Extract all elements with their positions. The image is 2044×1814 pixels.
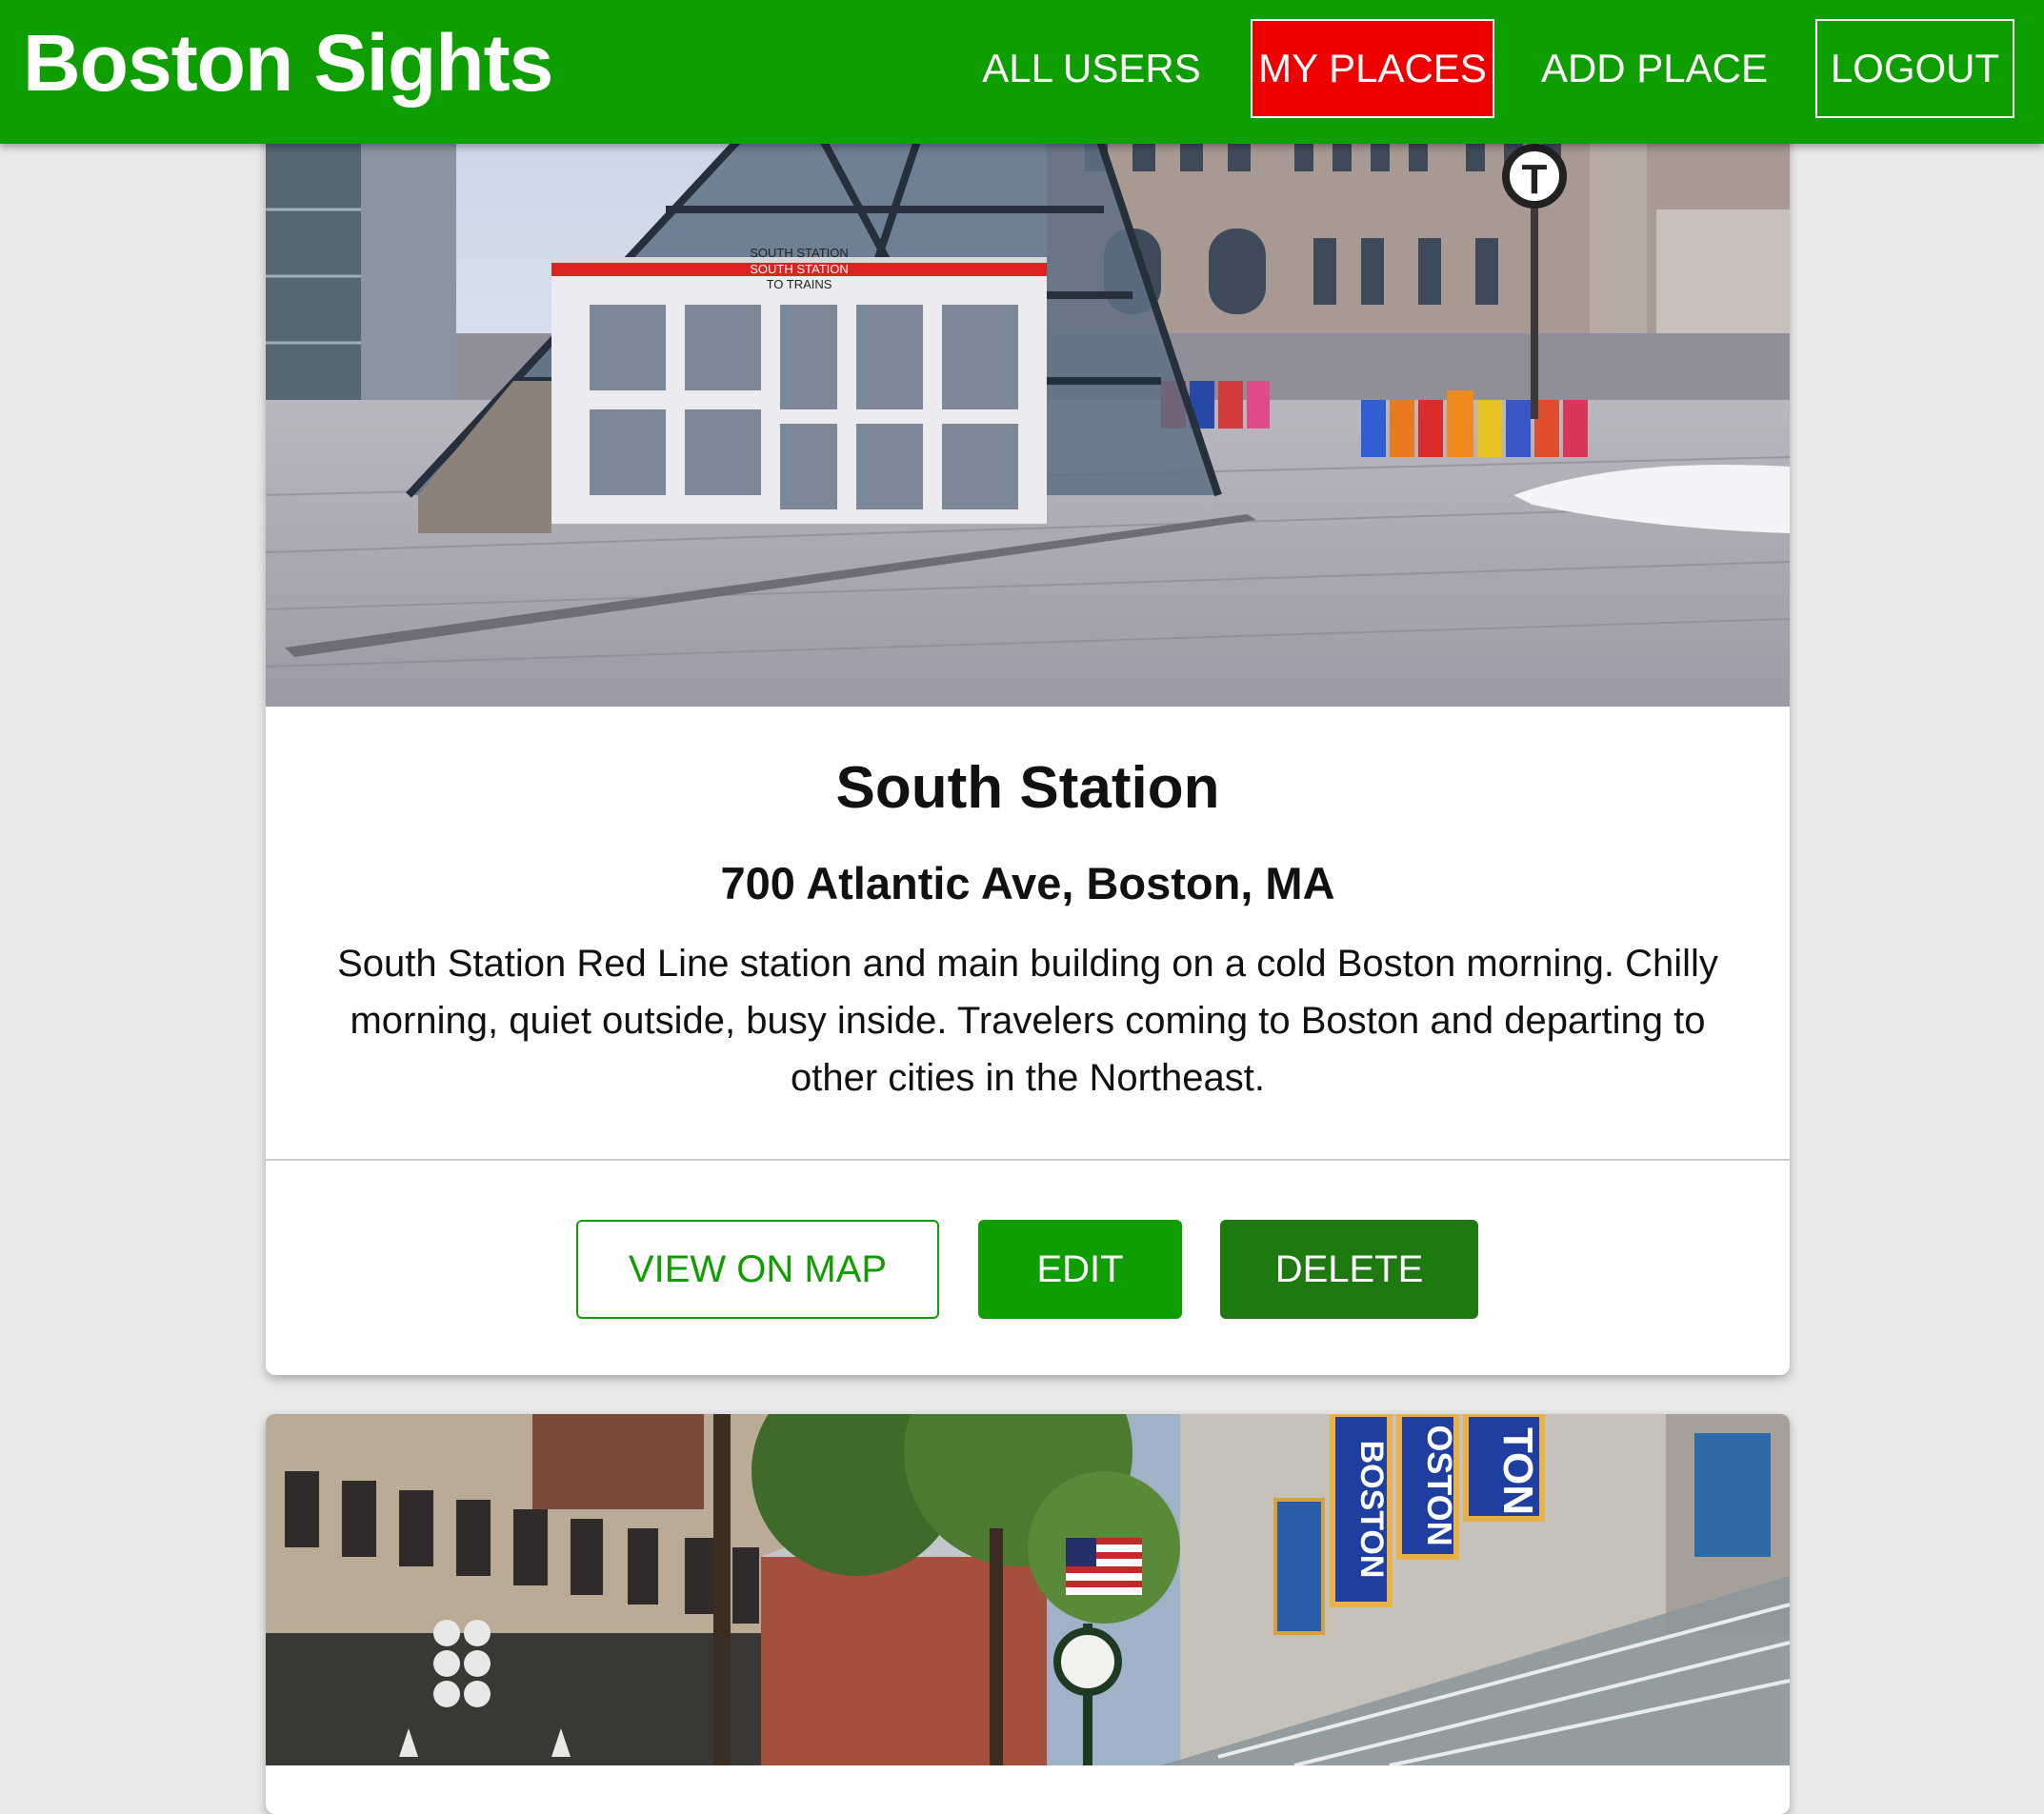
view-on-map-button[interactable]: VIEW ON MAP — [576, 1220, 939, 1319]
edit-button[interactable]: EDIT — [978, 1220, 1182, 1319]
place-card: T SOUTH STATION SOUTH STATION TO TRAINS … — [266, 95, 1790, 1375]
south-station-photo: T SOUTH STATION SOUTH STATION TO TRAINS — [266, 95, 1790, 707]
place-description: South Station Red Line station and main … — [337, 943, 1718, 1099]
banner-text-1: TON — [1494, 1427, 1541, 1515]
main-header: Boston Sights ALL USERS MY PLACES ADD PL… — [0, 0, 2044, 144]
faneuil-hall-photo: TON OSTON BOSTON — [266, 1414, 1790, 1765]
place-title: South Station — [835, 755, 1220, 821]
brand-title[interactable]: Boston Sights — [23, 17, 553, 110]
banner-text-2: OSTON — [1420, 1425, 1459, 1545]
place-image: T SOUTH STATION SOUTH STATION TO TRAINS — [266, 95, 1790, 707]
sign-line-3: TO TRAINS — [767, 277, 832, 291]
place-card: TON OSTON BOSTON — [266, 1414, 1790, 1814]
banner-text-3: BOSTON — [1353, 1441, 1390, 1579]
place-address: 700 Atlantic Ave, Boston, MA — [720, 858, 1335, 908]
nav-logout[interactable]: LOGOUT — [1815, 19, 2014, 118]
delete-button[interactable]: DELETE — [1220, 1220, 1478, 1319]
card-divider — [266, 1159, 1790, 1161]
svg-text:T: T — [1522, 156, 1548, 203]
nav-all-users[interactable]: ALL USERS — [972, 19, 1212, 118]
nav-add-place[interactable]: ADD PLACE — [1533, 19, 1775, 118]
sign-line-2: SOUTH STATION — [750, 262, 849, 276]
place-image: TON OSTON BOSTON — [266, 1414, 1790, 1765]
sign-line-1: SOUTH STATION — [750, 246, 849, 260]
nav-my-places[interactable]: MY PLACES — [1251, 19, 1494, 118]
